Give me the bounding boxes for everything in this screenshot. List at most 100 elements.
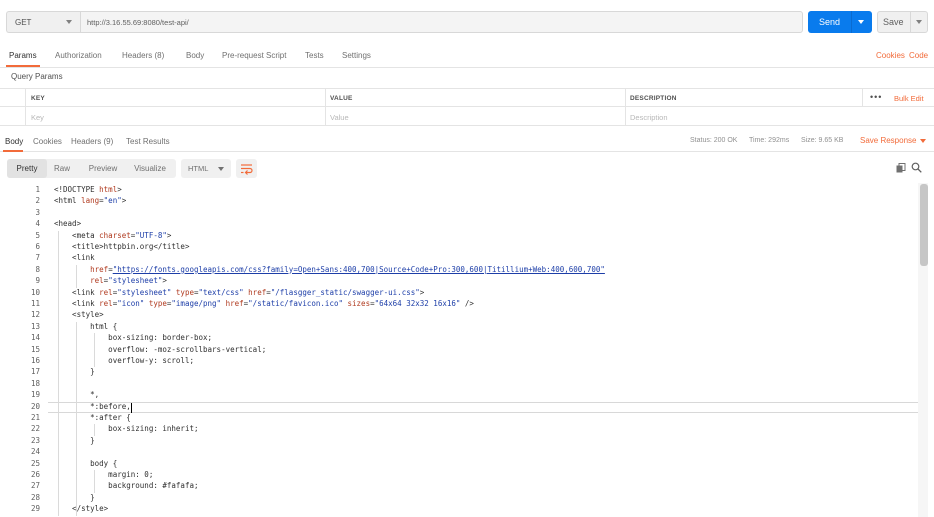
code-line: 9 rel="stylesheet"> (0, 276, 918, 287)
status-text: Status: 200 OK (690, 137, 738, 144)
tab-pre-request-script[interactable]: Pre-request Script (222, 51, 286, 60)
line-number: 25 (30, 458, 40, 468)
code-line: 19 *, (0, 390, 918, 401)
code-text: <link (54, 253, 95, 262)
code-token: "stylesheet" (117, 287, 172, 297)
indent-guide (94, 424, 96, 436)
code-line: 2 <html lang="en"> (0, 196, 918, 207)
line-number: 28 (30, 492, 40, 502)
code-line: 4 <head> (0, 219, 918, 230)
caret-down-icon[interactable] (916, 20, 922, 24)
tab-settings[interactable]: Settings (342, 51, 371, 60)
code-token: "en" (103, 196, 122, 206)
code-line: 16 overflow-y: scroll; (0, 356, 918, 367)
code-token: type (148, 299, 167, 308)
size-text: Size: 9.65 KB (801, 137, 844, 144)
value-input[interactable]: Value (330, 113, 349, 122)
tab-tests[interactable]: Tests (305, 51, 324, 60)
code-line: 21 *:after { (0, 413, 918, 424)
code-token: *:after { (54, 413, 131, 422)
code-token: > (121, 196, 127, 206)
code-text: rel="stylesheet"> (54, 276, 167, 285)
line-number: 29 (30, 504, 40, 514)
code-text: <link rel="icon" type="image/png" href="… (54, 299, 474, 308)
response-tabs: Body Cookies Headers (9) Test Results St… (0, 128, 934, 152)
code-line: 14 box-sizing: border-box; (0, 333, 918, 344)
column-divider (25, 89, 26, 126)
code-line: 24 (0, 447, 918, 458)
view-pretty[interactable]: Pretty (7, 159, 47, 178)
code-line: 23 } (0, 436, 918, 447)
tab-params[interactable]: Params (9, 51, 37, 60)
code-token: <style> (54, 310, 104, 320)
line-number: 7 (35, 253, 40, 263)
view-raw[interactable]: Raw (47, 159, 77, 178)
code-token: *:before, (54, 401, 131, 411)
caret-down-icon[interactable] (858, 20, 864, 24)
save-response-button[interactable]: Save Response (860, 136, 927, 145)
line-number: 1 (35, 185, 40, 194)
tab-test-results[interactable]: Test Results (126, 137, 170, 146)
key-input[interactable]: Key (31, 113, 44, 122)
more-options-icon[interactable]: ••• (870, 92, 882, 102)
code-link[interactable]: Code (909, 51, 928, 60)
line-number: 20 (30, 401, 40, 411)
code-line: 10 <link rel="stylesheet" type="text/css… (0, 288, 918, 299)
time-text: Time: 292ms (749, 137, 790, 144)
editor-scrollbar-thumb[interactable] (920, 184, 928, 266)
line-number: 10 (30, 287, 40, 297)
send-label: Send (819, 17, 841, 27)
cookies-link[interactable]: Cookies (876, 51, 905, 60)
search-icon[interactable] (911, 162, 922, 173)
line-number: 4 (35, 219, 40, 229)
line-number: 6 (35, 242, 40, 251)
line-number: 5 (35, 230, 40, 240)
send-button[interactable]: Send (808, 11, 872, 33)
wrap-lines-button[interactable] (236, 159, 257, 178)
save-button[interactable]: Save (877, 11, 928, 33)
view-preview[interactable]: Preview (81, 159, 125, 178)
code-line: 1 <!DOCTYPE html> (0, 185, 918, 196)
tab-response-cookies[interactable]: Cookies (33, 137, 62, 146)
line-number: 15 (30, 344, 40, 354)
code-token: "stylesheet" (108, 276, 163, 286)
column-divider (862, 89, 863, 107)
line-number: 19 (30, 390, 40, 400)
description-input[interactable]: Description (630, 113, 668, 122)
view-mode-group: Pretty Raw Preview Visualize (7, 159, 176, 178)
code-token: } (54, 492, 95, 502)
code-token: <link (54, 299, 100, 308)
tab-authorization[interactable]: Authorization (55, 51, 102, 60)
code-line: 6 <title>httpbin.org</title> (0, 242, 918, 253)
params-header-row (0, 89, 934, 107)
code-editor[interactable]: 1 <!DOCTYPE html> 2 <html lang="en"> 3 4 <head… (0, 183, 934, 517)
code-text: *:after { (54, 413, 131, 422)
code-token: <link (54, 287, 100, 297)
indent-guide (94, 470, 96, 493)
url-input[interactable]: http://3.16.55.69:8080/test-api/ (80, 11, 803, 33)
code-line: 28 } (0, 493, 918, 504)
method-select[interactable]: GET (6, 11, 80, 33)
copy-icon[interactable] (896, 163, 906, 173)
code-line: 22 box-sizing: inherit; (0, 424, 918, 435)
code-line: 3 (0, 208, 918, 219)
tab-response-headers[interactable]: Headers (9) (71, 137, 113, 146)
bulk-edit-link[interactable]: Bulk Edit (894, 94, 924, 103)
line-number: 18 (30, 378, 40, 388)
code-token: "icon" (117, 299, 145, 308)
code-line: 5 <meta charset="UTF-8"> (0, 231, 918, 242)
format-select[interactable]: HTML (181, 159, 231, 178)
view-visualize[interactable]: Visualize (127, 159, 173, 178)
code-line: 26 margin: 0; (0, 470, 918, 481)
code-token: <meta (54, 230, 100, 240)
code-token: rel (99, 299, 113, 308)
code-text: <title>httpbin.org</title> (54, 242, 189, 251)
tab-response-body[interactable]: Body (5, 137, 23, 146)
tab-body[interactable]: Body (186, 51, 204, 60)
code-token: html (99, 185, 118, 194)
request-tabs: Params Authorization Headers (8) Body Pr… (0, 44, 934, 68)
tab-headers[interactable]: Headers (8) (122, 51, 164, 60)
caret-down-icon (66, 20, 72, 24)
code-token: rel (99, 287, 113, 297)
column-divider (625, 89, 626, 126)
